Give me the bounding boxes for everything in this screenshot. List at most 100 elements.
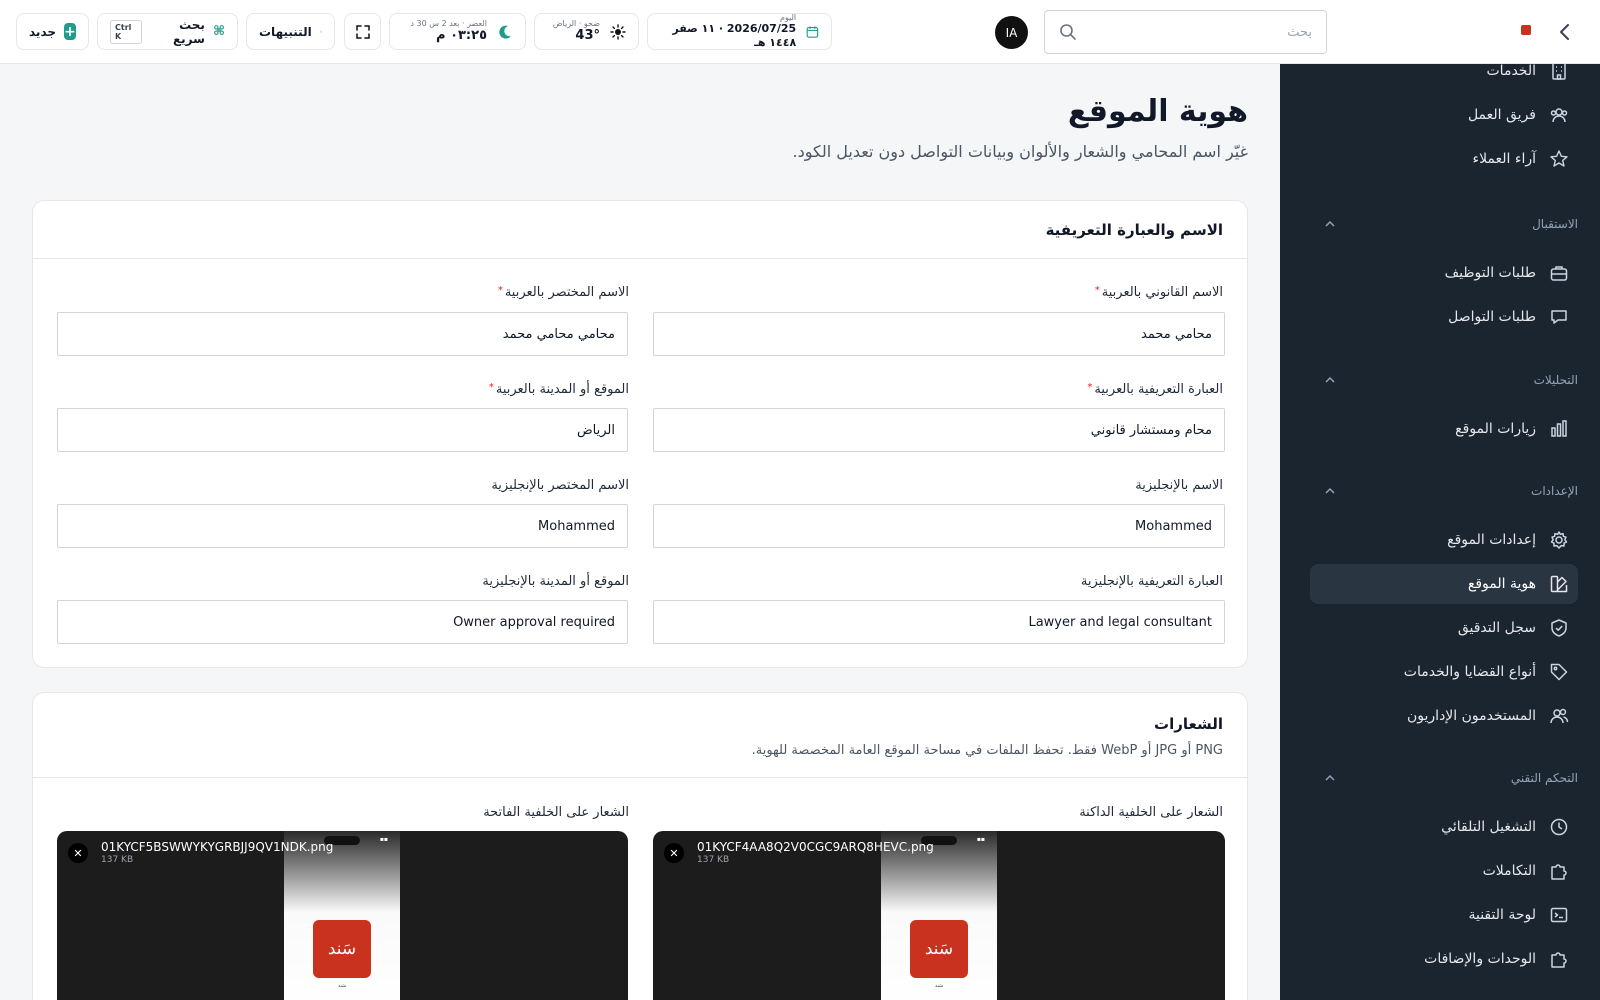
date-label: اليوم [779, 13, 797, 23]
field-label-text: الاسم المختصر بالعربية [504, 285, 629, 300]
moon-icon [499, 25, 511, 39]
expand-icon [355, 24, 370, 39]
sidebar-item-label: الخدمات [1486, 64, 1537, 79]
remove-file-button[interactable]: ✕ [68, 843, 88, 863]
chat-icon [1548, 306, 1570, 328]
puzzle-icon [1548, 860, 1570, 882]
notifications-button[interactable]: التنبيهات [246, 13, 335, 50]
gear-icon [1548, 529, 1570, 551]
card-title: الشعارات [1154, 715, 1223, 733]
sidebar-group-label: التحكم التقني [1510, 771, 1578, 785]
sidebar-group-settings[interactable]: الإعدادات [1310, 479, 1578, 503]
bar-chart-icon [1548, 418, 1570, 440]
required-marker: * [497, 285, 503, 296]
brand-logo: سَند [313, 920, 371, 978]
sidebar-item-automation[interactable]: التشغيل التلقائي [1310, 807, 1578, 847]
search-box[interactable] [1044, 10, 1327, 54]
sidebar-item-site-settings[interactable]: إعدادات الموقع [1310, 520, 1578, 560]
brand-logo: سَند [910, 920, 968, 978]
palette-icon [1548, 573, 1570, 595]
prayer-value: ٠٣:٢٥ م [436, 27, 487, 43]
avatar-initials: IA [1005, 25, 1018, 40]
star-icon [1548, 148, 1570, 170]
tagline-ar-input[interactable] [653, 408, 1225, 452]
short-name-en-input[interactable] [57, 504, 628, 548]
tagline-en-input[interactable] [653, 600, 1225, 644]
card-title: الاسم والعبارة التعريفية [33, 201, 1247, 259]
sidebar-item-audit-log[interactable]: سجل التدقيق [1310, 608, 1578, 648]
sidebar-item-services[interactable]: الخدمات [1310, 64, 1578, 91]
city-en-input[interactable] [57, 600, 628, 644]
users-icon [1548, 705, 1570, 727]
sidebar-item-label: لوحة التقنية [1468, 907, 1536, 923]
page-title: هوية الموقع [1067, 94, 1248, 129]
sidebar-item-label: هوية الموقع [1467, 576, 1536, 592]
sidebar-item-admin-users[interactable]: المستخدمون الإداريون [1310, 696, 1578, 736]
close-icon: ✕ [669, 846, 679, 860]
legal-name-ar-input[interactable] [653, 312, 1225, 356]
sun-icon [610, 23, 626, 40]
calendar-icon [806, 25, 819, 38]
sidebar-item-site-visits[interactable]: زيارات الموقع [1310, 409, 1578, 449]
sidebar-item-tech-dashboard[interactable]: لوحة التقنية [1310, 895, 1578, 935]
clock-icon [1548, 816, 1570, 838]
sidebar-item-site-identity[interactable]: هوية الموقع [1310, 564, 1578, 604]
chevron-up-icon [1325, 220, 1335, 227]
sidebar-item-label: طلبات التوظيف [1444, 265, 1536, 281]
logo-image: ▪▪ سَند سَند [881, 831, 997, 1000]
sidebar-group-reception[interactable]: الاستقبال [1310, 212, 1578, 236]
terminal-icon [1548, 904, 1570, 926]
sidebar-group-tech[interactable]: التحكم التقني [1310, 766, 1578, 790]
shield-check-icon [1548, 617, 1570, 639]
sidebar-group-analytics[interactable]: التحليلات [1310, 368, 1578, 392]
top-bar: IA اليوم 2026/07/25 · ١١ صفر ١٤٤٨ هـ ضحو… [0, 0, 1600, 64]
weather-label: ضحو · الرياض [552, 18, 600, 28]
tagline-ar-label: العبارة التعريفية بالعربية* [1087, 382, 1223, 397]
users-icon [1548, 104, 1570, 126]
command-icon: ⌘ [212, 24, 225, 39]
sidebar-item-contact-requests[interactable]: طلبات التواصل [1310, 297, 1578, 337]
sidebar-item-case-types[interactable]: أنواع القضايا والخدمات [1310, 652, 1578, 692]
name-en-input[interactable] [653, 504, 1225, 548]
chevron-right-icon [1560, 24, 1569, 40]
chevron-up-icon [1325, 487, 1335, 494]
sidebar-item-modules[interactable]: الوحدات والإضافات [1310, 939, 1578, 979]
quick-search-label: بحث سريع [172, 17, 205, 46]
avatar[interactable]: IA [995, 16, 1028, 49]
collapse-sidebar-button[interactable] [1553, 20, 1577, 44]
building-icon [1548, 64, 1570, 82]
fullscreen-button[interactable] [344, 13, 381, 50]
dark-logo-label: الشعار على الخلفية الداكنة [1079, 805, 1223, 820]
short-name-en-label: الاسم المختصر بالإنجليزية [491, 478, 629, 493]
sidebar-item-team[interactable]: فريق العمل [1310, 95, 1578, 135]
prayer-label: العصر · بعد 2 س 30 د [410, 18, 487, 28]
sidebar-item-integrations[interactable]: التكاملات [1310, 851, 1578, 891]
quick-search-button[interactable]: ⌘ بحث سريع Ctrl K [97, 13, 238, 50]
tag-icon [1548, 661, 1570, 683]
new-button[interactable]: + جديد [16, 13, 89, 50]
sidebar-item-label: آراء العملاء [1472, 151, 1536, 167]
weather-widget: ضحو · الرياض 43° [534, 13, 639, 50]
chevron-up-icon [1325, 774, 1335, 781]
field-label-text: الموقع أو المدينة بالعربية [495, 382, 629, 397]
sidebar-item-label: إعدادات الموقع [1447, 532, 1536, 548]
date-value: 2026/07/25 · ١١ صفر ١٤٤٨ هـ [672, 22, 797, 49]
sidebar-item-label: زيارات الموقع [1455, 421, 1536, 437]
sidebar-item-label: طلبات التواصل [1448, 309, 1536, 325]
status-icons: ▪▪ [379, 836, 388, 843]
required-marker: * [1094, 285, 1100, 296]
sidebar-item-label: سجل التدقيق [1457, 620, 1536, 636]
plus-icon: + [64, 23, 76, 40]
remove-file-button[interactable]: ✕ [664, 843, 684, 863]
file-name: 01KYCF5BSWWYKYGRBJJ9QV1NDK.png [101, 840, 334, 854]
search-input[interactable] [1087, 24, 1312, 40]
required-marker: * [1087, 382, 1093, 393]
sidebar-item-job-applications[interactable]: طلبات التوظيف [1310, 253, 1578, 293]
city-ar-input[interactable] [57, 408, 628, 452]
short-name-ar-input[interactable] [57, 312, 628, 356]
logos-card-header: الشعارات PNG أو JPG أو WebP فقط. تحفظ ال… [33, 693, 1247, 778]
name-tagline-card: الاسم والعبارة التعريفية الاسم القانوني … [32, 200, 1248, 668]
sidebar: الخدمات فريق العمل آراء العملاء الاستقبا… [1280, 64, 1600, 1000]
sidebar-item-testimonials[interactable]: آراء العملاء [1310, 139, 1578, 179]
new-label: جديد [29, 24, 57, 39]
